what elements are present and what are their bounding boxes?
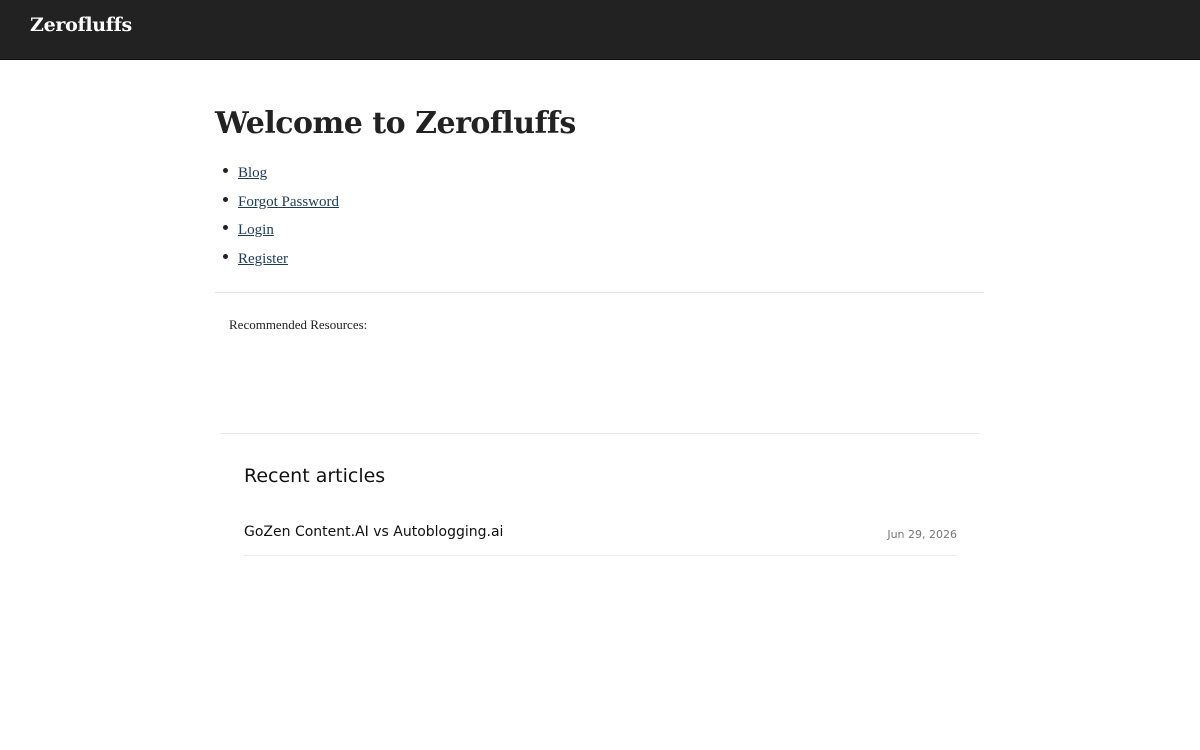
register-link[interactable]: Register — [238, 251, 288, 267]
article-title-link[interactable]: GoZen Content.AI vs Autoblogging.ai — [244, 524, 503, 540]
bullet-icon — [223, 253, 228, 259]
recommended-resources-label: Recommended Resources: — [229, 317, 368, 332]
section-divider — [215, 292, 984, 293]
bullet-icon — [223, 196, 228, 202]
login-link[interactable]: Login — [238, 222, 274, 238]
blog-link[interactable]: Blog — [238, 165, 267, 181]
bullet-icon — [223, 225, 228, 230]
list-item: Forgot Password — [215, 189, 339, 218]
article-date: Jun 29, 2026 — [887, 528, 957, 541]
brand-logo-link[interactable]: Zerofluffs — [30, 14, 132, 36]
list-item: Blog — [215, 160, 339, 189]
section-divider — [221, 433, 979, 434]
article-row: GoZen Content.AI vs Autoblogging.ai Jun … — [244, 520, 957, 556]
list-item: Login — [215, 217, 339, 246]
list-item: Register — [215, 246, 339, 275]
recent-articles-heading: Recent articles — [244, 465, 386, 487]
page-title: Welcome to Zerofluffs — [215, 106, 576, 141]
forgot-password-link[interactable]: Forgot Password — [238, 194, 339, 210]
nav-link-list: Blog Forgot Password Login Register — [215, 160, 339, 274]
top-navbar: Zerofluffs — [0, 0, 1200, 60]
bullet-icon — [223, 168, 228, 173]
